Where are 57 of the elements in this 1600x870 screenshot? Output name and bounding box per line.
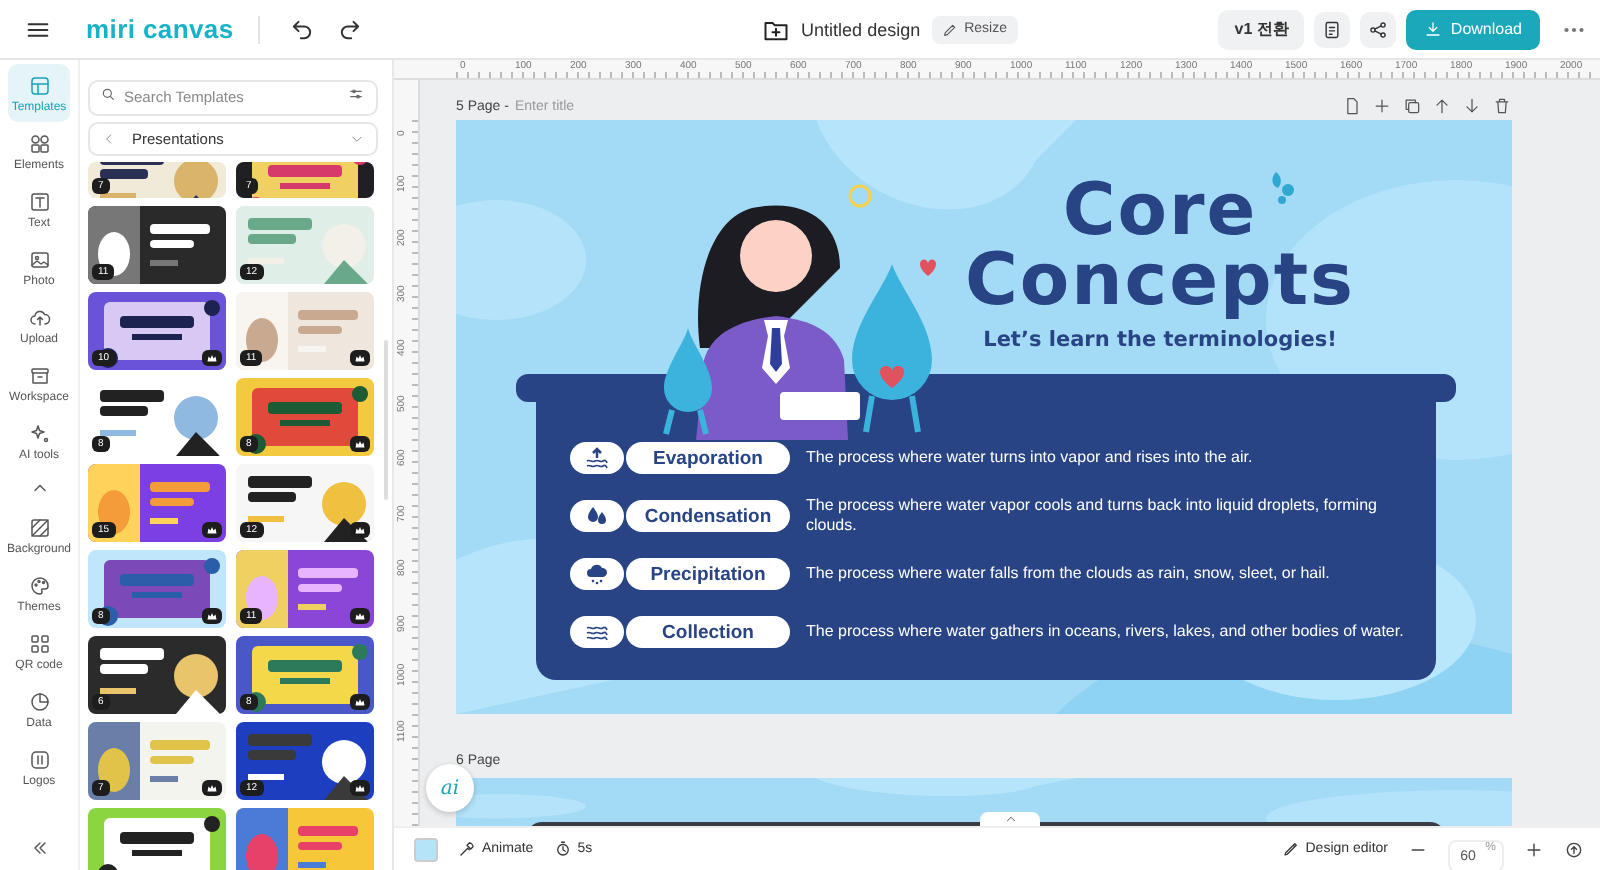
timer-icon [553, 840, 572, 858]
more-icon[interactable] [1564, 25, 1584, 33]
arrow-up-circle-icon[interactable] [1564, 839, 1584, 859]
template-icon [27, 73, 51, 97]
color-swatch[interactable] [414, 837, 438, 861]
version-button[interactable]: v1 전환 [1218, 9, 1305, 49]
chevron-up-icon [1003, 812, 1017, 826]
sparkle-icon [27, 421, 51, 445]
collapse-icon[interactable] [29, 838, 49, 858]
droplets-icon [570, 500, 624, 532]
term-definition: The process where water gathers in oceans, rivers, lakes, and other bodies of water. [806, 622, 1406, 642]
chevron-left-icon [102, 132, 116, 146]
image-icon [27, 247, 51, 271]
document-icon [1322, 19, 1343, 39]
qr-code-icon [27, 631, 51, 655]
rounded-square-icon [27, 747, 51, 771]
text-icon [27, 189, 51, 213]
undo-icon [287, 15, 316, 43]
chevron-down-icon [350, 132, 364, 146]
term-definition: The process where water falls from the clouds as rain, snow, sleet, or hail. [806, 564, 1332, 584]
slide-subtitle: Let’s learn the terminologies! [983, 328, 1337, 352]
add-icon[interactable] [1372, 96, 1392, 116]
app-logo: miri canvas [86, 14, 234, 44]
trash-icon[interactable] [1492, 96, 1512, 116]
arrow-down-icon[interactable] [1462, 96, 1482, 116]
droplets-icon [1268, 172, 1296, 204]
pie-chart-icon [27, 689, 51, 713]
page-icon[interactable] [1342, 96, 1362, 116]
term-label: Precipitation [626, 558, 790, 590]
download-icon [1424, 20, 1443, 38]
pencil-icon [942, 21, 959, 37]
document-title[interactable]: Untitled design [801, 19, 921, 39]
redo-icon [335, 15, 364, 43]
slide-title: Core [1062, 176, 1258, 246]
waves-icon [570, 616, 624, 648]
term-label: Collection [626, 616, 790, 648]
archive-icon [27, 363, 51, 387]
scrollbar[interactable] [384, 340, 388, 500]
term-definition: The process where water vapor cools and turns back into liquid droplets, forming clouds. [806, 496, 1379, 536]
share-button[interactable] [1360, 11, 1397, 47]
palette-icon [27, 573, 51, 597]
term-definition: The process where water turns into vapor and rises into the air. [806, 448, 1255, 468]
arrow-up-icon[interactable] [1432, 96, 1452, 116]
copy-icon[interactable] [1402, 96, 1422, 116]
save-button[interactable] [1314, 11, 1351, 47]
pen-icon [1281, 840, 1300, 858]
cloud-rain-icon [570, 558, 624, 590]
upload-icon [27, 305, 51, 329]
slide-title: Concepts [965, 246, 1355, 316]
term-label: Condensation [626, 500, 790, 532]
share-icon [1368, 19, 1389, 39]
hatched-square-icon [27, 515, 51, 539]
evaporation-icon [570, 442, 624, 474]
term-label: Evaporation [626, 442, 790, 474]
wand-icon [458, 840, 476, 858]
shapes-icon [27, 131, 51, 155]
zoom-in-icon[interactable] [1524, 839, 1544, 859]
